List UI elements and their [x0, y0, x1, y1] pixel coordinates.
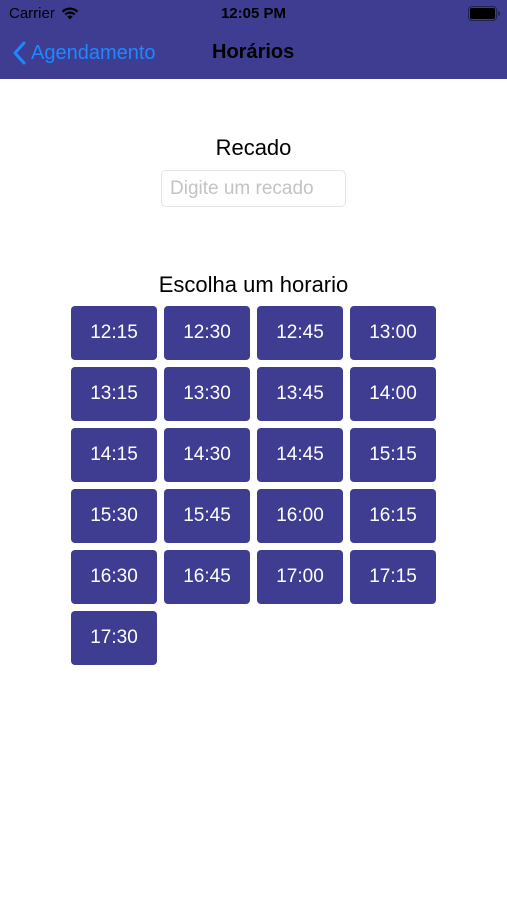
horario-label: Escolha um horario	[158, 272, 349, 297]
time-slot-button[interactable]: 17:30	[71, 611, 157, 665]
time-slot-button[interactable]: 12:45	[257, 306, 343, 360]
time-slot-button[interactable]: 16:45	[164, 550, 250, 604]
battery-icon	[468, 6, 500, 21]
time-slot-button[interactable]: 13:45	[257, 367, 343, 421]
time-slot-button[interactable]: 16:15	[350, 489, 436, 543]
header: Carrier 12:05 PM Agendamento Horários	[0, 0, 507, 79]
recado-label: Recado	[215, 135, 292, 160]
status-time: 12:05 PM	[220, 5, 287, 22]
time-slot-button[interactable]: 14:15	[71, 428, 157, 482]
time-slot-grid: 12:15 12:30 12:45 13:00 13:15 13:30 13:4…	[71, 306, 437, 665]
status-bar: Carrier 12:05 PM	[0, 0, 507, 28]
time-slot-button[interactable]: 12:15	[71, 306, 157, 360]
navigation-bar: Agendamento Horários	[0, 28, 507, 79]
time-slot-button[interactable]: 14:30	[164, 428, 250, 482]
time-slot-button[interactable]: 17:15	[350, 550, 436, 604]
time-slot-button[interactable]: 13:15	[71, 367, 157, 421]
chevron-left-icon	[13, 41, 26, 65]
back-button[interactable]: Agendamento	[12, 38, 156, 68]
back-button-label: Agendamento	[31, 41, 156, 64]
recado-input[interactable]	[161, 170, 346, 207]
time-slot-button[interactable]: 15:15	[350, 428, 436, 482]
time-slot-button[interactable]: 16:00	[257, 489, 343, 543]
time-slot-button[interactable]: 15:45	[164, 489, 250, 543]
time-slot-button[interactable]: 13:00	[350, 306, 436, 360]
time-slot-button[interactable]: 17:00	[257, 550, 343, 604]
time-slot-button[interactable]: 15:30	[71, 489, 157, 543]
page-title: Horários	[212, 41, 295, 63]
time-slot-button[interactable]: 12:30	[164, 306, 250, 360]
time-slot-button[interactable]: 14:45	[257, 428, 343, 482]
time-slot-button[interactable]: 14:00	[350, 367, 436, 421]
time-slot-button[interactable]: 13:30	[164, 367, 250, 421]
time-slot-button[interactable]: 16:30	[71, 550, 157, 604]
